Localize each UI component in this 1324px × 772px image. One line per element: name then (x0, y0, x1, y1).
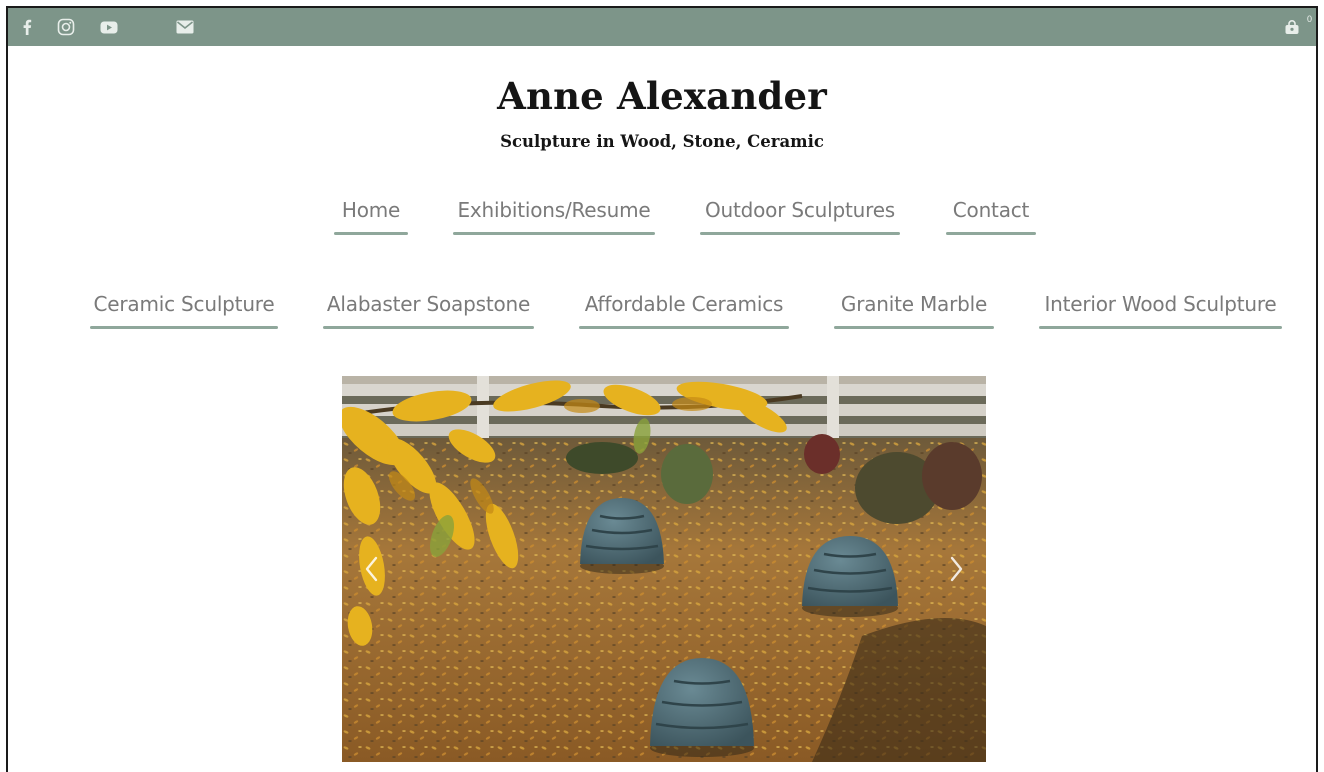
slideshow[interactable] (342, 376, 986, 762)
nav-interior-wood-sculpture[interactable]: Interior Wood Sculpture (1039, 292, 1282, 329)
nav-ceramic-sculpture-label: Ceramic Sculpture (93, 292, 275, 316)
nav-affordable-ceramics-label: Affordable Ceramics (584, 292, 784, 316)
nav-exhibitions-resume-label: Exhibitions/Resume (457, 198, 651, 222)
top-bar: 0 (8, 8, 1316, 46)
cart-count: 0 (1306, 14, 1312, 24)
nav-ceramic-sculpture[interactable]: Ceramic Sculpture (90, 292, 278, 329)
instagram-icon[interactable] (56, 8, 76, 46)
nav-exhibitions-resume[interactable]: Exhibitions/Resume (453, 198, 655, 235)
nav-granite-marble[interactable]: Granite Marble (834, 292, 994, 329)
slideshow-image (342, 376, 986, 762)
nav-contact-label: Contact (952, 198, 1030, 222)
email-icon[interactable] (174, 8, 196, 46)
nav-outdoor-sculptures[interactable]: Outdoor Sculptures (700, 198, 900, 235)
youtube-icon[interactable] (98, 8, 120, 46)
nav-contact[interactable]: Contact (946, 198, 1036, 235)
slideshow-next-button[interactable] (944, 554, 968, 584)
page-frame: 0 Anne Alexander Sculpture in Wood, Ston… (6, 6, 1318, 772)
nav-interior-wood-sculpture-label: Interior Wood Sculpture (1044, 292, 1277, 316)
shopping-cart-icon[interactable] (1282, 8, 1302, 46)
facebook-icon[interactable] (18, 8, 36, 46)
nav-affordable-ceramics[interactable]: Affordable Ceramics (579, 292, 789, 329)
nav-alabaster-soapstone[interactable]: Alabaster Soapstone (323, 292, 534, 329)
chevron-left-icon (365, 556, 378, 582)
site-subtitle: Sculpture in Wood, Stone, Ceramic (500, 132, 824, 151)
chevron-right-icon (950, 556, 963, 582)
nav-granite-marble-label: Granite Marble (840, 292, 988, 316)
nav-alabaster-soapstone-label: Alabaster Soapstone (326, 292, 531, 316)
nav-outdoor-sculptures-label: Outdoor Sculptures (704, 198, 896, 222)
nav-home-label: Home (341, 198, 401, 222)
site-title[interactable]: Anne Alexander (8, 74, 1316, 118)
nav-home[interactable]: Home (334, 198, 408, 235)
slideshow-prev-button[interactable] (360, 554, 384, 584)
